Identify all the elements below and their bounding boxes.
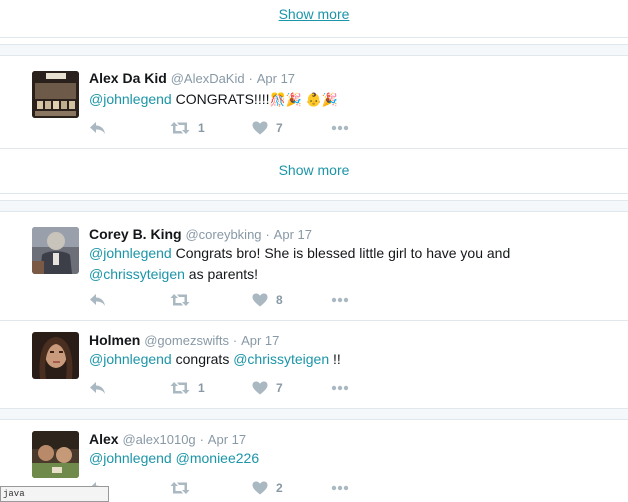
avatar[interactable] bbox=[32, 332, 79, 379]
mention-link[interactable]: @chrissyteigen bbox=[89, 266, 185, 282]
retweet-button[interactable] bbox=[170, 478, 198, 498]
more-dots-icon bbox=[331, 125, 349, 131]
like-button[interactable]: 2 bbox=[252, 478, 283, 498]
tweet-corey-b-king[interactable]: Corey B. King @coreybking · Apr 17 @john… bbox=[0, 211, 628, 320]
tweet-header: Alex @alex1010g · Apr 17 bbox=[89, 431, 246, 447]
reply-icon bbox=[90, 382, 105, 394]
tweet-header: Alex Da Kid @AlexDaKid · Apr 17 bbox=[89, 70, 295, 86]
reply-button[interactable] bbox=[89, 118, 106, 138]
handle[interactable]: @coreybking bbox=[185, 227, 261, 242]
like-button[interactable]: 8 bbox=[252, 290, 283, 310]
reply-button[interactable] bbox=[89, 290, 106, 310]
tweet-text-body: CONGRATS!!!! bbox=[171, 91, 270, 107]
display-name[interactable]: Holmen bbox=[89, 332, 140, 348]
retweet-count: 1 bbox=[198, 381, 205, 395]
retweet-button[interactable]: 1 bbox=[170, 378, 205, 398]
retweet-icon bbox=[170, 482, 190, 494]
tweet-holmen[interactable]: Holmen @gomezswifts · Apr 17 @johnlegend… bbox=[0, 321, 628, 408]
timestamp[interactable]: Apr 17 bbox=[274, 227, 312, 242]
tweet-header: Corey B. King @coreybking · Apr 17 bbox=[89, 226, 312, 242]
reply-icon bbox=[90, 122, 105, 134]
handle[interactable]: @AlexDaKid bbox=[171, 71, 245, 86]
retweet-icon bbox=[170, 122, 190, 134]
separator: · bbox=[199, 432, 204, 447]
status-tooltip: java bbox=[0, 486, 109, 502]
tweet-actions: 1 7 bbox=[89, 118, 369, 138]
tweet-actions: 1 7 bbox=[89, 378, 369, 398]
reply-icon bbox=[90, 294, 105, 306]
like-count: 7 bbox=[276, 381, 283, 395]
divider bbox=[0, 37, 628, 38]
show-more-link-top[interactable]: Show more bbox=[0, 6, 628, 22]
retweet-count: 1 bbox=[198, 121, 205, 135]
more-button[interactable] bbox=[331, 378, 349, 398]
divider bbox=[0, 148, 628, 149]
timestamp[interactable]: Apr 17 bbox=[257, 71, 295, 86]
tweet-text: @johnlegend @moniee226 bbox=[89, 448, 259, 469]
mention-link[interactable]: @chrissyteigen bbox=[233, 351, 329, 367]
tweet-alex-da-kid[interactable]: Alex Da Kid @AlexDaKid · Apr 17 @johnleg… bbox=[0, 55, 628, 148]
more-dots-icon bbox=[331, 485, 349, 491]
timestamp[interactable]: Apr 17 bbox=[208, 432, 246, 447]
emoji-group: 🎊🎉 👶🎉 bbox=[269, 92, 338, 107]
display-name[interactable]: Corey B. King bbox=[89, 226, 182, 242]
avatar[interactable] bbox=[32, 227, 79, 274]
handle[interactable]: @alex1010g bbox=[122, 432, 195, 447]
mention-link[interactable]: @johnlegend bbox=[89, 245, 172, 261]
separator: · bbox=[265, 227, 270, 242]
reply-button[interactable] bbox=[89, 378, 106, 398]
tweet-text: @johnlegend congrats @chrissyteigen !! bbox=[89, 349, 341, 370]
more-dots-icon bbox=[331, 297, 349, 303]
avatar[interactable] bbox=[32, 431, 79, 478]
tweet-text-body: !! bbox=[329, 351, 341, 367]
retweet-icon bbox=[170, 382, 190, 394]
like-count: 8 bbox=[276, 293, 283, 307]
heart-icon bbox=[252, 121, 268, 135]
separator: · bbox=[248, 71, 253, 86]
tweet-text-body: congrats bbox=[171, 351, 234, 367]
like-count: 7 bbox=[276, 121, 283, 135]
tweet-text: @johnlegend Congrats bro! She is blessed… bbox=[89, 243, 510, 285]
mention-link[interactable]: @johnlegend bbox=[89, 351, 172, 367]
heart-icon bbox=[252, 293, 268, 307]
mention-link[interactable]: @johnlegend bbox=[89, 91, 172, 107]
tweet-actions: 2 bbox=[89, 478, 369, 498]
like-count: 2 bbox=[276, 481, 283, 495]
tweet-text-body: Congrats bro! She is blessed little girl… bbox=[171, 245, 511, 261]
tweet-text-body: as parents! bbox=[184, 266, 259, 282]
retweet-button[interactable] bbox=[170, 290, 198, 310]
more-dots-icon bbox=[331, 385, 349, 391]
handle[interactable]: @gomezswifts bbox=[144, 333, 229, 348]
heart-icon bbox=[252, 381, 268, 395]
more-button[interactable] bbox=[331, 478, 349, 498]
tweet-actions: 8 bbox=[89, 290, 369, 310]
timestamp[interactable]: Apr 17 bbox=[241, 333, 279, 348]
show-more-link[interactable]: Show more bbox=[0, 162, 628, 178]
display-name[interactable]: Alex Da Kid bbox=[89, 70, 167, 86]
display-name[interactable]: Alex bbox=[89, 431, 119, 447]
retweet-button[interactable]: 1 bbox=[170, 118, 205, 138]
more-button[interactable] bbox=[331, 118, 349, 138]
heart-icon bbox=[252, 481, 268, 495]
like-button[interactable]: 7 bbox=[252, 378, 283, 398]
more-button[interactable] bbox=[331, 290, 349, 310]
retweet-icon bbox=[170, 294, 190, 306]
mention-link[interactable]: @johnlegend bbox=[89, 450, 172, 466]
tweet-text: @johnlegend CONGRATS!!!!🎊🎉 👶🎉 bbox=[89, 89, 338, 110]
divider bbox=[0, 193, 628, 194]
tweet-header: Holmen @gomezswifts · Apr 17 bbox=[89, 332, 279, 348]
separator: · bbox=[232, 333, 238, 348]
avatar[interactable] bbox=[32, 71, 79, 118]
mention-link[interactable]: @moniee226 bbox=[176, 450, 260, 466]
like-button[interactable]: 7 bbox=[252, 118, 283, 138]
